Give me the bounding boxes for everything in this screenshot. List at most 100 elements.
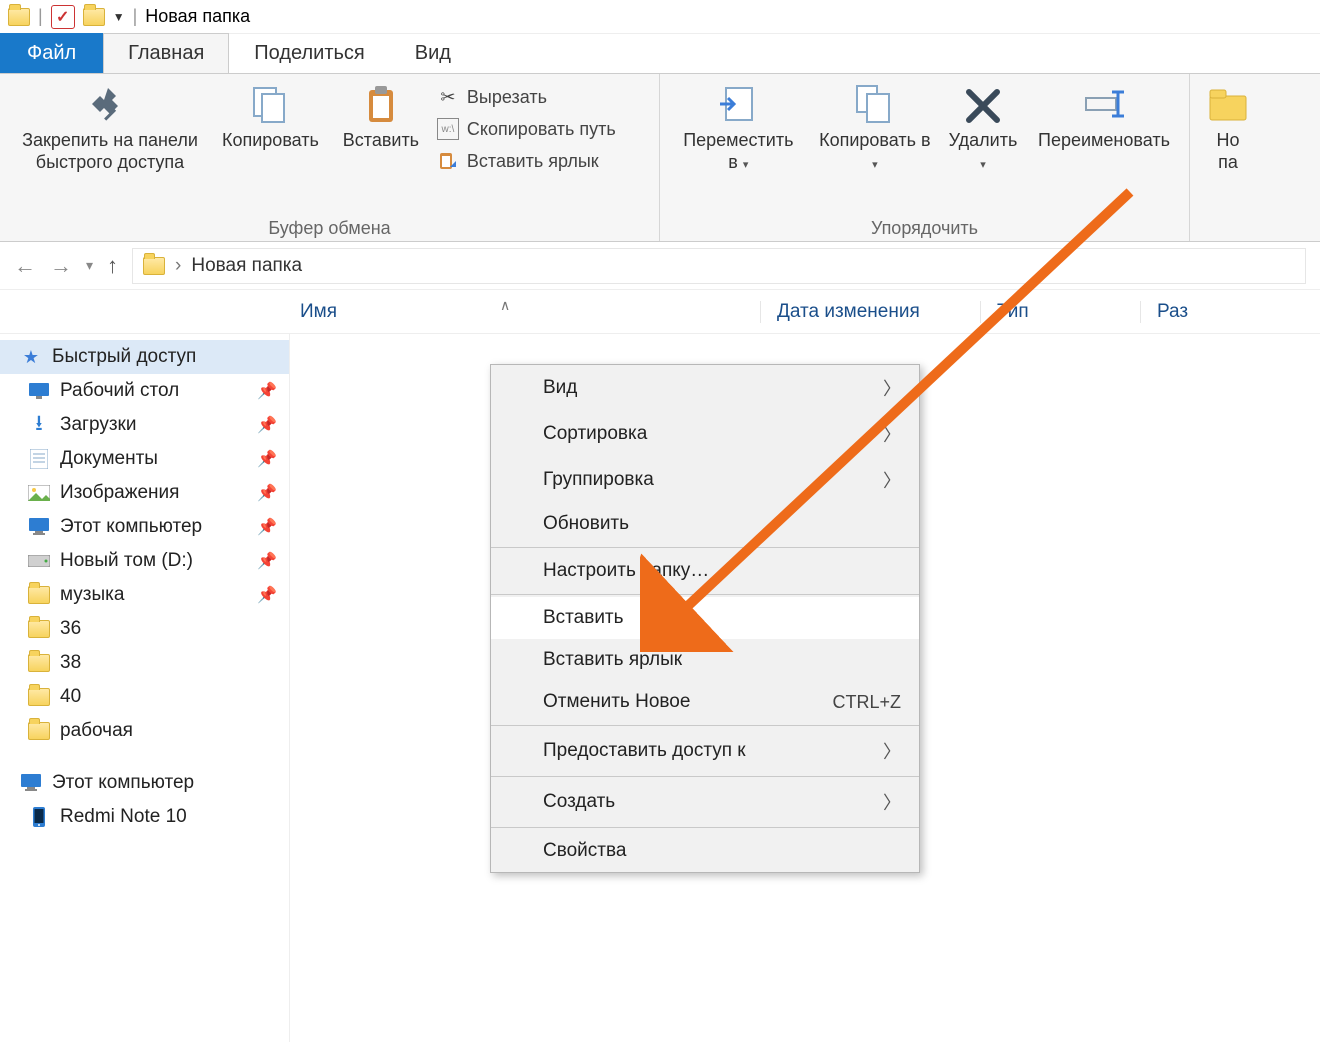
ctx-shortcut: CTRL+Z xyxy=(832,692,901,713)
downloads-icon: ⭳ xyxy=(28,414,50,436)
move-to-button[interactable]: Переместить в ▾ xyxy=(670,80,807,177)
tab-home[interactable]: Главная xyxy=(103,33,229,73)
group-label: Буфер обмена xyxy=(10,216,649,239)
sidebar-item-36[interactable]: 36 xyxy=(0,612,289,646)
delete-button[interactable]: Удалить▾ xyxy=(943,80,1023,177)
sidebar-item-drive-d[interactable]: Новый том (D:) 📌 xyxy=(0,544,289,578)
folder-icon[interactable] xyxy=(83,8,105,26)
button-label: Скопировать путь xyxy=(467,119,616,140)
history-dropdown[interactable]: ▾ xyxy=(86,257,93,274)
sidebar-item-rabochaya[interactable]: рабочая xyxy=(0,714,289,748)
sidebar-item-downloads[interactable]: ⭳ Загрузки 📌 xyxy=(0,408,289,442)
ctx-separator xyxy=(491,547,919,548)
paste-shortcut-button[interactable]: Вставить ярлык xyxy=(437,150,616,172)
rename-icon xyxy=(1082,84,1126,124)
qat-properties-icon[interactable]: ✓ xyxy=(51,5,75,29)
folder-icon xyxy=(8,8,30,26)
pin-icon: 📌 xyxy=(257,381,277,401)
sidebar-label: музыка xyxy=(60,584,124,606)
new-folder-button[interactable]: Но па xyxy=(1200,80,1256,177)
sidebar-item-pictures[interactable]: Изображения 📌 xyxy=(0,476,289,510)
chevron-right-icon: 〉 xyxy=(883,467,901,493)
ctx-label: Вставить xyxy=(543,607,624,629)
copy-button[interactable]: Копировать xyxy=(216,80,325,156)
star-icon: ★ xyxy=(20,346,42,368)
folder-icon xyxy=(28,688,50,706)
sort-ascending-icon: ∧ xyxy=(500,297,510,314)
column-size[interactable]: Раз xyxy=(1140,301,1260,323)
rename-button[interactable]: Переименовать xyxy=(1029,80,1179,156)
sidebar-label: Новый том (D:) xyxy=(60,550,193,572)
breadcrumb[interactable]: Новая папка xyxy=(191,255,302,277)
copy-to-icon xyxy=(853,84,897,124)
column-label: Имя xyxy=(300,301,337,322)
address-bar[interactable]: › Новая папка xyxy=(132,248,1306,284)
sidebar-item-music[interactable]: музыка 📌 xyxy=(0,578,289,612)
column-type[interactable]: Тип xyxy=(980,301,1140,323)
chevron-right-icon: 〉 xyxy=(883,375,901,401)
content-area[interactable]: Вид 〉 Сортировка 〉 Группировка 〉 Обновит… xyxy=(290,334,1320,1042)
sidebar-label: 36 xyxy=(60,618,81,640)
paste-button[interactable]: Вставить xyxy=(331,80,431,156)
ctx-properties[interactable]: Свойства xyxy=(491,830,919,872)
ctx-sort[interactable]: Сортировка 〉 xyxy=(491,411,919,457)
button-label: Но па xyxy=(1216,130,1239,173)
sidebar-this-pc[interactable]: Этот компьютер xyxy=(0,766,289,800)
ctx-refresh[interactable]: Обновить xyxy=(491,503,919,545)
cut-button[interactable]: ✂ Вырезать xyxy=(437,86,616,108)
ribbon-group-organize: Переместить в ▾ Копировать в ▾ Удалить▾ … xyxy=(660,74,1190,241)
ctx-group[interactable]: Группировка 〉 xyxy=(491,457,919,503)
sidebar-item-documents[interactable]: Документы 📌 xyxy=(0,442,289,476)
folder-icon xyxy=(143,257,165,275)
separator: | xyxy=(133,6,138,27)
pin-icon: 📌 xyxy=(257,415,277,435)
copy-path-button[interactable]: w:\ Скопировать путь xyxy=(437,118,616,140)
folder-icon xyxy=(28,654,50,672)
forward-button[interactable]: → xyxy=(50,253,72,279)
column-date[interactable]: Дата изменения xyxy=(760,301,980,323)
window-title: Новая папка xyxy=(145,6,250,27)
folder-icon xyxy=(28,722,50,740)
tab-view[interactable]: Вид xyxy=(390,33,476,73)
ctx-customize-folder[interactable]: Настроить папку… xyxy=(491,550,919,592)
sidebar-label: Рабочий стол xyxy=(60,380,179,402)
ctx-label: Создать xyxy=(543,791,615,813)
ctx-label: Настроить папку… xyxy=(543,560,709,582)
ctx-paste-shortcut[interactable]: Вставить ярлык xyxy=(491,639,919,681)
back-button[interactable]: ← xyxy=(14,253,36,279)
ctx-label: Сортировка xyxy=(543,423,647,445)
tab-share[interactable]: Поделиться xyxy=(229,33,389,73)
sidebar-item-40[interactable]: 40 xyxy=(0,680,289,714)
ctx-undo[interactable]: Отменить Новое CTRL+Z xyxy=(491,681,919,723)
sidebar-label: Этот компьютер xyxy=(52,772,194,794)
pin-to-quick-access-button[interactable]: Закрепить на панели быстрого доступа xyxy=(10,80,210,177)
copy-to-button[interactable]: Копировать в ▾ xyxy=(813,80,937,177)
sidebar-item-38[interactable]: 38 xyxy=(0,646,289,680)
column-name[interactable]: Имя ∧ xyxy=(300,301,760,323)
tab-file[interactable]: Файл xyxy=(0,33,103,73)
ribbon: Закрепить на панели быстрого доступа Коп… xyxy=(0,74,1320,242)
pictures-icon xyxy=(28,482,50,504)
button-label: Закрепить на панели быстрого доступа xyxy=(22,130,198,173)
ctx-label: Вид xyxy=(543,377,577,399)
column-label: Тип xyxy=(997,301,1029,322)
documents-icon xyxy=(28,448,50,470)
navigation-bar: ← → ▾ ↑ › Новая папка xyxy=(0,242,1320,290)
ribbon-group-clipboard: Закрепить на панели быстрого доступа Коп… xyxy=(0,74,660,241)
copy-icon xyxy=(248,84,292,124)
ctx-view[interactable]: Вид 〉 xyxy=(491,365,919,411)
ctx-separator xyxy=(491,594,919,595)
pc-icon xyxy=(20,772,42,794)
ctx-share-access[interactable]: Предоставить доступ к 〉 xyxy=(491,728,919,774)
up-button[interactable]: ↑ xyxy=(107,253,118,279)
ctx-paste[interactable]: Вставить xyxy=(491,597,919,639)
scissors-icon: ✂ xyxy=(437,86,459,108)
ctx-create[interactable]: Создать 〉 xyxy=(491,779,919,825)
sidebar-quick-access[interactable]: ★ Быстрый доступ xyxy=(0,340,289,374)
sidebar-item-this-pc[interactable]: Этот компьютер 📌 xyxy=(0,510,289,544)
sidebar-item-desktop[interactable]: Рабочий стол 📌 xyxy=(0,374,289,408)
button-label: Переместить в ▾ xyxy=(676,130,801,173)
chevron-right-icon: 〉 xyxy=(883,789,901,815)
sidebar-item-phone[interactable]: Redmi Note 10 xyxy=(0,800,289,834)
qat-dropdown-icon[interactable]: ▼ xyxy=(113,10,125,24)
